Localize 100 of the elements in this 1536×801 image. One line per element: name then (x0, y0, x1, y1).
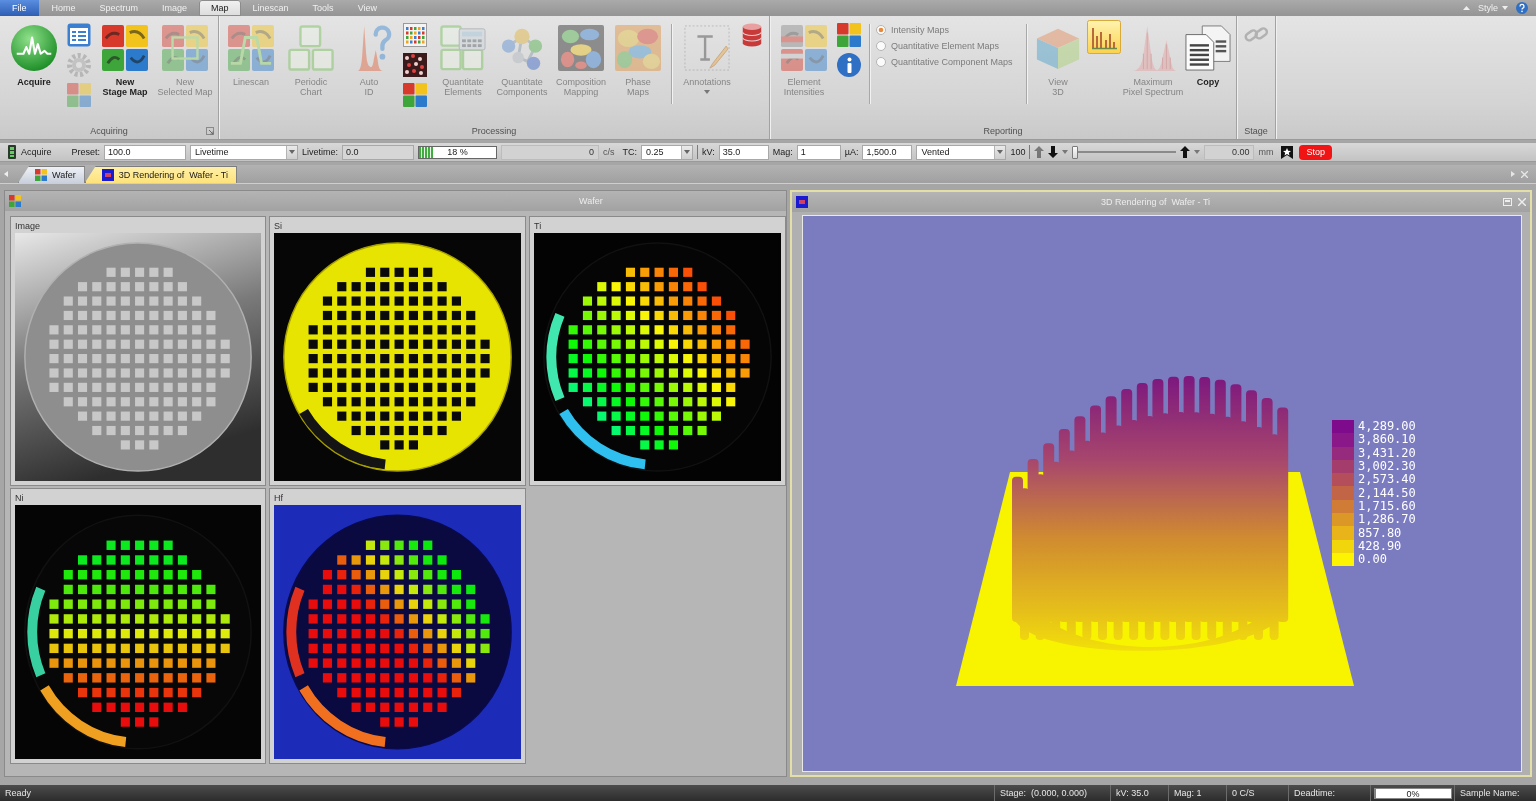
input-field[interactable]: 100.0 (104, 144, 187, 160)
boxes-calculator-icon (440, 25, 486, 71)
waveform-icon (11, 25, 57, 71)
legend-label: 0.00 (1358, 553, 1387, 567)
ribbon-button[interactable]: Acquire (4, 20, 64, 87)
radio-icon[interactable] (876, 41, 886, 51)
info-icon[interactable] (837, 53, 861, 77)
input-field[interactable]: 1,500.0 (862, 144, 913, 160)
ribbon-button[interactable]: Copy (1184, 20, 1232, 87)
menu-tab[interactable]: File (0, 0, 39, 16)
style-menu[interactable]: Style (1476, 3, 1510, 13)
legend-label: 1,286.70 (1358, 513, 1416, 527)
caret-icon (684, 150, 691, 154)
field-label: Preset: (71, 147, 101, 157)
blobs-icon (615, 25, 661, 71)
menu-tab[interactable]: Linescan (240, 0, 301, 16)
tiles-icon[interactable] (9, 195, 21, 207)
field-label: TC: (622, 147, 638, 157)
collapse-caret-icon[interactable] (1463, 6, 1470, 10)
window-icon (101, 169, 114, 181)
status-text: Deadtime: (1288, 785, 1370, 801)
legend-label: 4,289.00 (1358, 420, 1416, 434)
slider-thumb[interactable] (1072, 145, 1079, 159)
tiles-icon (781, 25, 827, 71)
legend-label: 428.90 (1358, 539, 1402, 553)
bookmark-star-icon[interactable] (1281, 145, 1294, 159)
ribbon-button[interactable]: New Stage Map (94, 20, 156, 97)
dropdown[interactable]: Livetime (190, 144, 299, 160)
menu-tab[interactable]: Tools (300, 0, 346, 16)
group-label: Stage (1244, 126, 1268, 136)
menu-tab[interactable]: View (345, 0, 389, 16)
radio-icon[interactable] (876, 57, 886, 67)
value-label: 100 (1010, 147, 1026, 157)
element-boxes-icon (288, 25, 334, 71)
readout-field: 0.00 (1204, 144, 1255, 160)
map-label: Ti (534, 220, 543, 233)
stop-button[interactable]: Stop (1299, 144, 1332, 160)
legend-label: 3,002.30 (1358, 460, 1416, 474)
database-icon[interactable] (740, 23, 764, 47)
legend-label: 2,573.40 (1358, 473, 1416, 487)
input-field[interactable]: 1 (796, 144, 841, 160)
caret-icon[interactable] (1194, 150, 1201, 154)
tiles-icon[interactable] (403, 83, 427, 107)
field-label: Livetime: (302, 147, 339, 157)
field-label: Mag: (772, 147, 793, 157)
slider-track[interactable] (1072, 145, 1177, 159)
window-title: 3D Rendering of Wafer - Ti (1099, 197, 1212, 207)
arrow-up-icon[interactable] (1180, 146, 1191, 158)
dialog-launcher-icon[interactable] (206, 127, 214, 135)
status-text: Mag: 1 (1168, 785, 1226, 801)
map-label: Ni (15, 492, 25, 505)
radio-icon[interactable] (876, 25, 886, 35)
field-label: µA: (844, 147, 859, 157)
field-label: kV: (702, 147, 715, 157)
status-text: 0 C/S (1226, 785, 1288, 801)
unit-label: c/s (603, 147, 615, 157)
caret-icon[interactable] (1062, 150, 1069, 154)
window-icon[interactable] (796, 196, 808, 208)
group-label: Reporting (983, 126, 1023, 136)
document-tab[interactable]: Wafer (18, 166, 85, 183)
dropdown[interactable]: 0.25 (641, 144, 694, 160)
unit-label: mm (1258, 147, 1274, 157)
legend-label: 2,144.50 (1358, 486, 1416, 500)
dropdown[interactable]: Vented (916, 144, 1007, 160)
arrow-down-icon[interactable] (1048, 146, 1059, 158)
bar-chart-icon[interactable] (1087, 20, 1121, 54)
document-tab[interactable]: 3D Rendering of Wafer - Ti (84, 166, 237, 183)
window-list-icon[interactable] (67, 23, 91, 47)
tiles-icon (35, 169, 47, 181)
radio-option[interactable]: Quantitative Element Maps (874, 38, 1022, 54)
readout-field: 0 (501, 144, 600, 160)
acquire-button[interactable]: Acquire (6, 144, 54, 160)
meter-icon (8, 145, 16, 159)
status-text: Sample Name: (1454, 785, 1536, 801)
menu-tab[interactable]: Spectrum (87, 0, 151, 16)
tiles-icon (102, 25, 148, 71)
progress-text: 18 % (447, 147, 468, 157)
tiles-icon[interactable] (837, 23, 861, 47)
menu-tab[interactable]: Image (150, 0, 200, 16)
restore-icon[interactable] (1503, 198, 1512, 206)
status-text: Stage: (0.000, 0.000) (994, 785, 1110, 801)
tiles-selection-icon (162, 25, 208, 71)
scroll-left-icon[interactable] (4, 171, 8, 177)
legend-label: 1,715.60 (1358, 499, 1416, 513)
status-text: Ready (4, 787, 32, 800)
menu-tab[interactable]: Map (199, 0, 241, 16)
status-text: kV: 35.0 (1110, 785, 1168, 801)
menu-tab[interactable]: Home (39, 0, 88, 16)
caret-icon (289, 150, 296, 154)
input-field[interactable]: 35.0 (718, 144, 769, 160)
radio-option[interactable]: Quantitative Component Maps (874, 54, 1022, 70)
close-icon[interactable] (1518, 198, 1526, 206)
scroll-right-icon[interactable] (1511, 171, 1515, 177)
map-label: Si (274, 220, 283, 233)
tiles-line-icon (228, 25, 274, 71)
radio-option[interactable]: Intensity Maps (874, 22, 1022, 38)
help-icon[interactable] (1516, 2, 1528, 14)
close-icon[interactable] (1521, 170, 1528, 178)
bar-grid-icon[interactable] (403, 23, 427, 47)
dots-icon[interactable] (403, 53, 427, 77)
